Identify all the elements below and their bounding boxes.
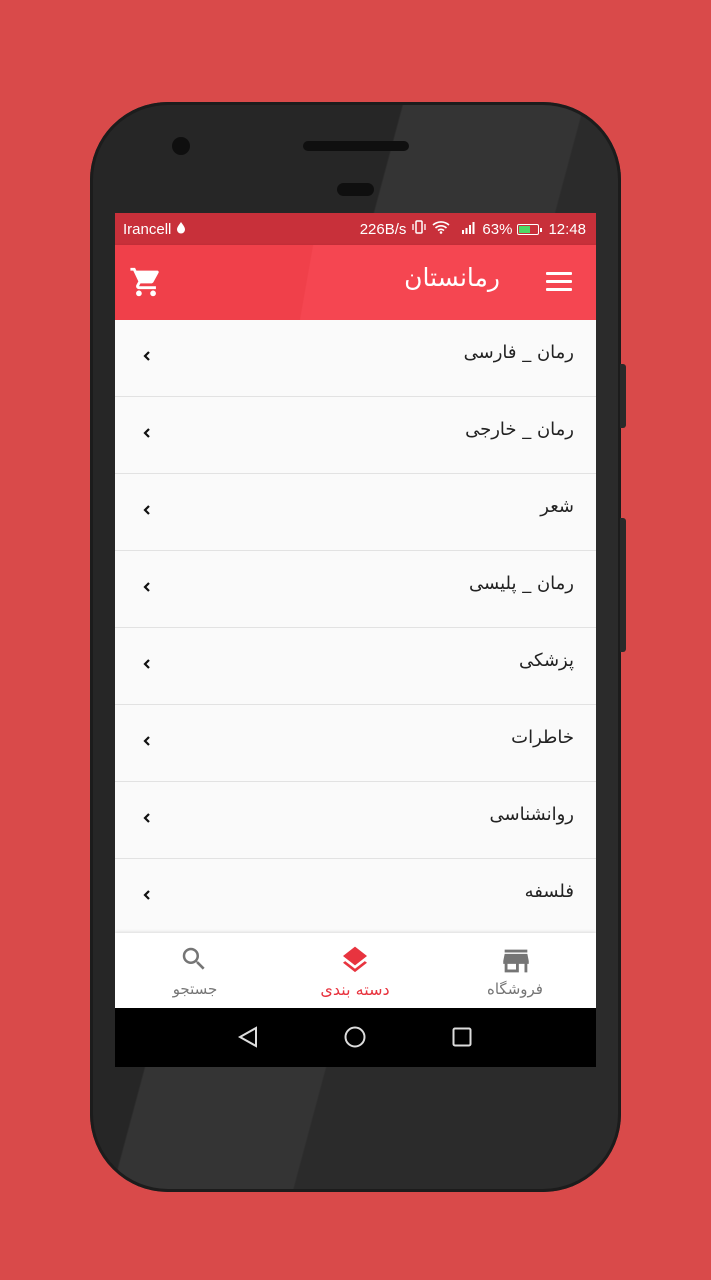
category-item-persian-novel[interactable]: رمان _ فارسی <box>115 320 596 397</box>
category-item-detective-novel[interactable]: رمان _ پلیسی <box>115 551 596 628</box>
hamburger-menu-icon[interactable] <box>546 272 572 292</box>
recents-icon[interactable] <box>452 1027 472 1047</box>
back-icon[interactable] <box>237 1026 259 1048</box>
category-label: روانشناسی <box>489 804 574 825</box>
front-camera <box>172 137 190 155</box>
nav-store[interactable]: فروشگاه <box>435 933 595 1008</box>
category-item-poetry[interactable]: شعر <box>115 474 596 551</box>
battery-icon <box>517 223 543 235</box>
phone-side-button-volume <box>620 518 626 652</box>
chevron-left-icon <box>143 428 150 438</box>
chevron-left-icon <box>143 505 150 515</box>
category-item-memoirs[interactable]: خاطرات <box>115 705 596 782</box>
layers-icon <box>343 946 367 973</box>
category-label: فلسفه <box>524 881 574 902</box>
category-item-philosophy[interactable]: فلسفه <box>115 859 596 936</box>
chevron-left-icon <box>143 582 150 592</box>
app-title: رمانستان <box>404 263 500 292</box>
chevron-left-icon <box>143 659 150 669</box>
category-label: رمان _ پلیسی <box>469 573 574 594</box>
store-icon <box>503 949 529 973</box>
category-label: رمان _ خارجی <box>465 419 574 440</box>
nav-store-label: فروشگاه <box>487 980 543 998</box>
category-label: پزشکی <box>519 650 574 671</box>
network-speed: 226B/s <box>359 220 407 238</box>
category-label: خاطرات <box>511 727 574 748</box>
nav-search-label: جستجو <box>172 980 218 998</box>
chevron-left-icon <box>143 736 150 746</box>
category-item-psychology[interactable]: روانشناسی <box>115 782 596 859</box>
carrier-name: Irancell <box>123 220 172 238</box>
nav-search[interactable]: جستجو <box>115 933 275 1008</box>
home-icon[interactable] <box>344 1026 366 1048</box>
chevron-left-icon <box>143 890 150 900</box>
category-list: رمان _ فارسی رمان _ خارجی شعر رمان _ پلی… <box>115 320 596 936</box>
nav-categories[interactable]: دسته بندی <box>275 933 435 1008</box>
phone-side-button-top <box>620 364 626 428</box>
wifi-icon <box>432 220 450 238</box>
search-icon <box>182 947 205 970</box>
status-right: 226B/s 63% 12:48 <box>360 220 586 238</box>
shopping-cart-icon[interactable] <box>129 265 163 299</box>
clock: 12:48 <box>548 220 586 238</box>
data-drop-icon <box>176 221 186 238</box>
chevron-left-icon <box>143 813 150 823</box>
chevron-left-icon <box>143 351 150 361</box>
phone-screen: Irancell 226B/s 63% 12:48 رمانستان رمان … <box>115 213 596 1067</box>
vibrate-icon <box>411 220 427 238</box>
category-item-foreign-novel[interactable]: رمان _ خارجی <box>115 397 596 474</box>
status-left: Irancell <box>123 221 186 238</box>
category-label: رمان _ فارسی <box>463 342 574 363</box>
nav-categories-label: دسته بندی <box>320 980 390 999</box>
system-navigation-bar <box>115 1008 596 1067</box>
earpiece-speaker <box>303 141 409 151</box>
signal-icon <box>461 221 477 238</box>
category-label: شعر <box>540 496 574 517</box>
battery-percent: 63% <box>482 220 513 238</box>
proximity-sensor <box>337 183 374 196</box>
bottom-navigation: جستجو دسته بندی فروشگاه <box>115 933 596 1008</box>
app-bar: رمانستان <box>115 245 596 320</box>
category-item-medical[interactable]: پزشکی <box>115 628 596 705</box>
status-bar: Irancell 226B/s 63% 12:48 <box>115 213 596 245</box>
